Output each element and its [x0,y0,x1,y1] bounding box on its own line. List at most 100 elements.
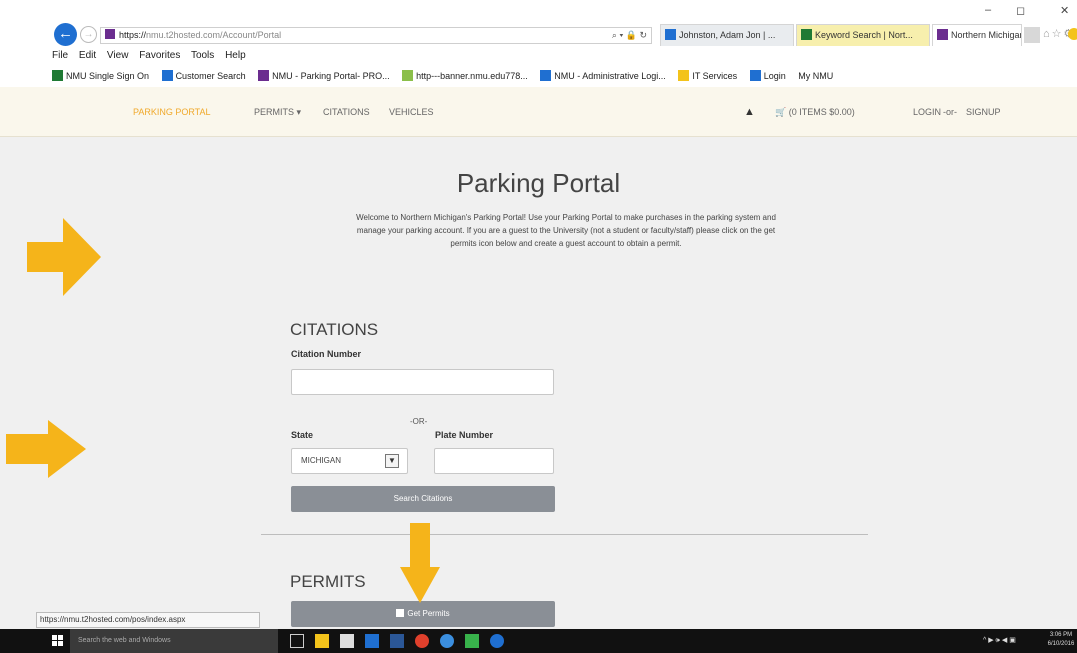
signup-link[interactable]: SIGNUP [966,87,1001,137]
state-select[interactable]: MICHIGAN ▼ [291,448,408,474]
word-icon[interactable] [390,634,404,648]
fav-label: Customer Search [175,71,246,81]
store-icon[interactable] [340,634,354,648]
taskbar: Search the web and Windows ^ ▶ 🕪 ◀ ▣ 3:0… [0,629,1077,653]
task-view-icon[interactable] [290,634,304,648]
url-prefix: https:// [119,30,147,40]
down-arrow-icon [400,523,440,603]
fav-label: http---banner.nmu.edu778... [416,71,528,81]
close-window-icon[interactable]: ✕ [1060,4,1069,17]
t2-icon [937,29,948,40]
state-label: State [291,430,314,440]
nav-vehicles-link[interactable]: VEHICLES [389,87,434,137]
address-controls[interactable]: ⌕ ▾ 🔒 ↻ [612,28,647,43]
new-tab-button[interactable] [1024,27,1040,43]
t2-icon [258,70,270,81]
fav-my-nmu[interactable]: My NMU [798,71,833,81]
citation-number-label: Citation Number [291,349,362,359]
menu-edit[interactable]: Edit [79,50,96,61]
forward-arrow-icon[interactable]: → [80,26,97,43]
login-link[interactable]: LOGIN [913,87,941,137]
system-tray[interactable]: ^ ▶ 🕪 ◀ ▣ [983,636,1016,645]
nav-brand-link[interactable]: PARKING PORTAL [133,87,211,137]
menu-tools[interactable]: Tools [191,50,214,61]
fav-customer-search[interactable]: Customer Search [161,70,246,81]
state-select-value: MICHIGAN [301,456,341,465]
or-divider-text: -OR- [410,417,428,426]
page-icon [749,70,761,81]
section-divider [261,534,868,535]
url-host: nmu.t2hosted.com/Account/Portal [146,30,282,40]
site-nav: PARKING PORTAL PERMITS ▾ CITATIONS VEHIC… [0,87,1077,137]
menu-bar: File Edit View Favorites Tools Help [0,46,1077,65]
get-permits-button[interactable]: Get Permits [291,601,555,627]
nav-citations-link[interactable]: CITATIONS [323,87,370,137]
nmu-icon [801,29,812,40]
tab-keyword-search[interactable]: Keyword Search | Nort... [796,24,930,46]
page-icon [540,70,552,81]
fav-banner[interactable]: http---banner.nmu.edu778... [402,70,528,81]
permits-heading: PERMITS [290,572,366,591]
browser-titlebar: – ◻ ✕ ← → https://nmu.t2hosted.com/Accou… [0,0,1077,46]
file-explorer-icon[interactable] [315,634,329,648]
back-arrow-icon[interactable]: ← [54,23,77,46]
minimize-icon[interactable]: – [985,4,991,16]
fav-nmu-sso[interactable]: NMU Single Sign On [52,70,150,81]
app-icon[interactable] [465,634,479,648]
plate-number-input[interactable] [434,448,554,474]
menu-favorites[interactable]: Favorites [139,50,180,61]
page-icon [161,70,173,81]
right-arrow-icon [27,218,101,296]
taskbar-clock[interactable]: 3:06 PM 6/10/2016 [1045,631,1077,649]
edge-icon[interactable] [490,634,504,648]
tab-johnston[interactable]: Johnston, Adam Jon | ... [660,24,794,46]
clock-date: 6/10/2016 [1047,641,1075,647]
menu-view[interactable]: View [107,50,129,61]
clock-time: 3:06 PM [1049,632,1073,638]
search-citations-button[interactable]: Search Citations [291,486,555,512]
fav-parking-portal[interactable]: NMU - Parking Portal- PRO... [258,70,390,81]
page-title: Parking Portal [456,168,621,198]
maximize-icon[interactable]: ◻ [1016,4,1025,17]
nav-or-separator: -or- [943,107,957,117]
chevron-down-icon[interactable]: ▼ [385,454,399,468]
intro-text: Welcome to Northern Michigan's Parking P… [356,213,776,248]
tab-label: Northern Michigan... [951,30,1021,40]
folder-icon [678,70,690,81]
notification-bell-icon[interactable]: ▲ [744,87,755,137]
status-url: https://nmu.t2hosted.com/pos/index.aspx [36,612,260,628]
tab-label: Keyword Search | Nort... [815,30,913,40]
fav-login[interactable]: Login [749,70,786,81]
citations-heading: CITATIONS [290,320,379,339]
tab-label: Johnston, Adam Jon | ... [679,30,776,40]
menu-file[interactable]: File [52,50,68,61]
plate-number-label: Plate Number [435,430,494,440]
nav-permits-menu[interactable]: PERMITS ▾ [254,87,301,137]
fav-label: My NMU [798,71,834,81]
fav-label: NMU - Administrative Logi... [554,71,666,81]
favorites-bar: NMU Single Sign On Customer Search NMU -… [0,65,1077,87]
site-favicon-icon [105,29,115,39]
chrome-icon[interactable] [415,634,429,648]
windows-start-icon[interactable] [52,635,64,647]
fav-label: NMU Single Sign On [66,71,150,81]
feedback-smiley-icon[interactable] [1068,28,1077,40]
outlook-icon[interactable] [365,634,379,648]
address-bar[interactable]: https://nmu.t2hosted.com/Account/Portal … [100,27,652,44]
tab-northern-michigan[interactable]: Northern Michigan... [932,24,1022,46]
right-arrow-icon [6,420,86,478]
grid-icon [396,609,405,617]
get-permits-label: Get Permits [407,609,450,618]
menu-help[interactable]: Help [225,50,246,61]
fav-label: Login [763,71,786,81]
outlook-icon [665,29,676,40]
citation-number-input[interactable] [291,369,554,395]
ie-icon[interactable] [440,634,454,648]
cart-link[interactable]: 🛒 (0 ITEMS $0.00) [775,87,855,137]
fav-label: IT Services [692,71,738,81]
fav-admin-login[interactable]: NMU - Administrative Logi... [540,70,666,81]
nmu-icon [52,70,63,81]
fav-label: NMU - Parking Portal- PRO... [272,71,390,81]
taskbar-search-input[interactable]: Search the web and Windows [70,629,278,653]
fav-it-services[interactable]: IT Services [678,70,738,81]
